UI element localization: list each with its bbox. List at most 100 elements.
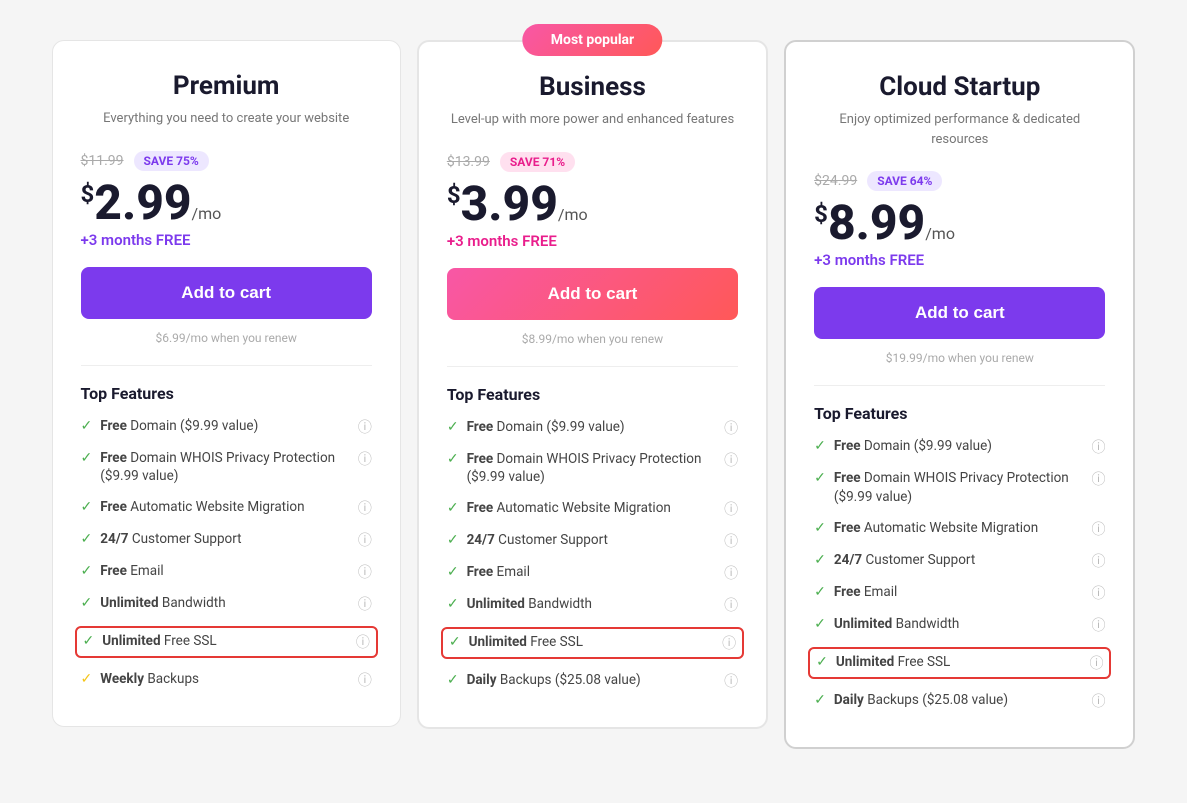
- feature-item-premium-5: ✓ Unlimited Bandwidth ⓘ: [81, 594, 372, 614]
- check-icon: ✓: [81, 563, 93, 579]
- info-icon[interactable]: ⓘ: [358, 530, 372, 550]
- feature-text: Free Email: [834, 583, 897, 602]
- check-icon: ✓: [814, 584, 826, 600]
- feature-item-cloud-6: ✓ Unlimited Free SSL ⓘ: [816, 653, 1103, 673]
- feature-left: ✓ Free Domain ($9.99 value): [814, 437, 1085, 456]
- main-price-business: $3.99/mo: [447, 180, 738, 228]
- check-icon: ✓: [447, 500, 459, 516]
- info-icon[interactable]: ⓘ: [358, 417, 372, 437]
- check-icon: ✓: [447, 532, 459, 548]
- check-icon: ✓: [814, 616, 826, 632]
- info-icon[interactable]: ⓘ: [1091, 437, 1105, 457]
- free-months-business: +3 months FREE: [447, 232, 738, 250]
- free-months-premium: +3 months FREE: [81, 231, 372, 249]
- per-mo-cloud: /mo: [925, 224, 955, 243]
- free-months-cloud: +3 months FREE: [814, 251, 1105, 269]
- check-icon: ✓: [814, 692, 826, 708]
- feature-left: ✓ Unlimited Bandwidth: [814, 615, 1085, 634]
- info-icon[interactable]: ⓘ: [722, 633, 736, 653]
- info-icon[interactable]: ⓘ: [358, 670, 372, 690]
- pricing-row-cloud: $24.99 SAVE 64%: [814, 171, 1105, 191]
- info-icon[interactable]: ⓘ: [1091, 615, 1105, 635]
- feature-text: 24/7 Customer Support: [100, 530, 241, 549]
- info-icon[interactable]: ⓘ: [1091, 469, 1105, 489]
- info-icon[interactable]: ⓘ: [1091, 551, 1105, 571]
- feature-left: ✓ Free Email: [814, 583, 1085, 602]
- add-to-cart-premium[interactable]: Add to cart: [81, 267, 372, 319]
- check-icon: ✓: [447, 564, 459, 580]
- features-title-cloud: Top Features: [814, 404, 1105, 423]
- feature-item-cloud-1: ✓ Free Domain WHOIS Privacy Protection (…: [814, 469, 1105, 507]
- feature-left: ✓ Daily Backups ($25.08 value): [814, 691, 1085, 710]
- plan-description-cloud: Enjoy optimized performance & dedicated …: [814, 110, 1105, 149]
- feature-left: ✓ Unlimited Free SSL: [83, 632, 350, 651]
- info-icon[interactable]: ⓘ: [1091, 583, 1105, 603]
- info-icon[interactable]: ⓘ: [358, 562, 372, 582]
- highlight-row-business: ✓ Unlimited Free SSL ⓘ: [441, 627, 744, 659]
- divider-premium: [81, 365, 372, 366]
- info-icon[interactable]: ⓘ: [724, 531, 738, 551]
- feature-item-cloud-3: ✓ 24/7 Customer Support ⓘ: [814, 551, 1105, 571]
- feature-left: ✓ Daily Backups ($25.08 value): [447, 671, 718, 690]
- divider-business: [447, 366, 738, 367]
- info-icon[interactable]: ⓘ: [1089, 653, 1103, 673]
- highlight-row-premium: ✓ Unlimited Free SSL ⓘ: [75, 626, 378, 658]
- info-icon[interactable]: ⓘ: [724, 450, 738, 470]
- check-icon: ✓: [814, 470, 826, 486]
- feature-left: ✓ Free Domain WHOIS Privacy Protection (…: [81, 449, 352, 487]
- renew-price-premium: $6.99/mo when you renew: [81, 331, 372, 345]
- add-to-cart-business[interactable]: Add to cart: [447, 268, 738, 320]
- info-icon[interactable]: ⓘ: [356, 632, 370, 652]
- feature-left: ✓ Free Automatic Website Migration: [814, 519, 1085, 538]
- check-icon: ✓: [81, 595, 93, 611]
- info-icon[interactable]: ⓘ: [358, 449, 372, 469]
- info-icon[interactable]: ⓘ: [1091, 691, 1105, 711]
- feature-left: ✓ Free Domain ($9.99 value): [81, 417, 352, 436]
- plan-title-premium: Premium: [81, 71, 372, 101]
- main-price-cloud: $8.99/mo: [814, 199, 1105, 247]
- info-icon[interactable]: ⓘ: [724, 563, 738, 583]
- info-icon[interactable]: ⓘ: [724, 595, 738, 615]
- pricing-row-premium: $11.99 SAVE 75%: [81, 151, 372, 171]
- feature-left: ✓ 24/7 Customer Support: [814, 551, 1085, 570]
- per-mo-premium: /mo: [192, 204, 222, 223]
- check-icon: ✓: [81, 671, 93, 687]
- info-icon[interactable]: ⓘ: [724, 671, 738, 691]
- dollar-sign-business: $: [447, 181, 461, 209]
- check-icon: ✓: [447, 451, 459, 467]
- info-icon[interactable]: ⓘ: [358, 498, 372, 518]
- feature-item-cloud-2: ✓ Free Automatic Website Migration ⓘ: [814, 519, 1105, 539]
- dollar-sign-cloud: $: [814, 200, 828, 228]
- check-icon: ✓: [449, 634, 461, 650]
- check-icon: ✓: [816, 654, 828, 670]
- renew-price-business: $8.99/mo when you renew: [447, 332, 738, 346]
- feature-item-business-5: ✓ Unlimited Bandwidth ⓘ: [447, 595, 738, 615]
- feature-left: ✓ Free Domain WHOIS Privacy Protection (…: [814, 469, 1085, 507]
- renew-price-cloud: $19.99/mo when you renew: [814, 351, 1105, 365]
- info-icon[interactable]: ⓘ: [724, 499, 738, 519]
- feature-item-premium-4: ✓ Free Email ⓘ: [81, 562, 372, 582]
- add-to-cart-cloud[interactable]: Add to cart: [814, 287, 1105, 339]
- info-icon[interactable]: ⓘ: [358, 594, 372, 614]
- feature-text: Free Domain WHOIS Privacy Protection ($9…: [100, 449, 352, 487]
- info-icon[interactable]: ⓘ: [724, 418, 738, 438]
- check-icon: ✓: [81, 499, 93, 515]
- feature-left: ✓ 24/7 Customer Support: [81, 530, 352, 549]
- feature-text: Daily Backups ($25.08 value): [834, 691, 1008, 710]
- info-icon[interactable]: ⓘ: [1091, 519, 1105, 539]
- feature-text: Free Domain ($9.99 value): [834, 437, 992, 456]
- feature-item-premium-7: ✓ Weekly Backups ⓘ: [81, 670, 372, 690]
- feature-item-cloud-5: ✓ Unlimited Bandwidth ⓘ: [814, 615, 1105, 635]
- feature-text: Unlimited Bandwidth: [834, 615, 959, 634]
- feature-text: Unlimited Bandwidth: [467, 595, 592, 614]
- feature-left: ✓ Unlimited Bandwidth: [81, 594, 352, 613]
- feature-text: Free Automatic Website Migration: [100, 498, 304, 517]
- feature-item-business-1: ✓ Free Domain WHOIS Privacy Protection (…: [447, 450, 738, 488]
- feature-text: Free Domain ($9.99 value): [467, 418, 625, 437]
- save-badge-business: SAVE 71%: [500, 152, 575, 172]
- feature-text: Unlimited Bandwidth: [100, 594, 225, 613]
- feature-left: ✓ 24/7 Customer Support: [447, 531, 718, 550]
- original-price-cloud: $24.99: [814, 173, 857, 189]
- save-badge-premium: SAVE 75%: [134, 151, 209, 171]
- feature-text: Unlimited Free SSL: [102, 632, 216, 651]
